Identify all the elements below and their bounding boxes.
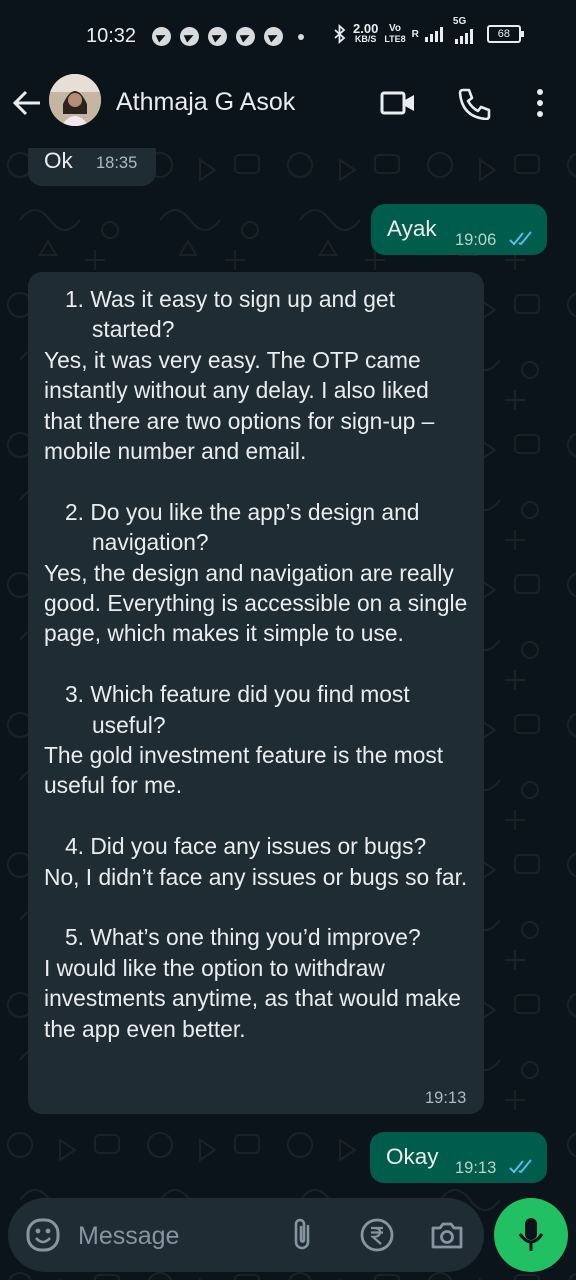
message-time: 19:06 — [455, 231, 497, 249]
volte-indicator: Vo LTE8 — [384, 23, 406, 45]
message-bubble-outgoing[interactable]: Ayak 19:06 — [371, 204, 547, 255]
message-time: 19:13 — [455, 1159, 497, 1177]
message-time: 18:35 — [96, 154, 138, 172]
telegram-notification-icon — [152, 27, 171, 46]
telegram-notification-icon — [236, 27, 255, 46]
chat-messages[interactable]: Ok 18:35 Ayak 19:06 1. Was it easy to si… — [0, 148, 576, 1200]
emoji-icon[interactable] — [24, 1216, 62, 1254]
message-text: Okay — [386, 1144, 439, 1169]
answer-text: I would like the option to withdraw inve… — [44, 954, 461, 1042]
telegram-notification-icon — [180, 27, 199, 46]
read-receipt-icon — [509, 1159, 532, 1174]
message-time: 19:13 — [425, 1089, 467, 1107]
video-call-icon[interactable] — [380, 86, 416, 120]
telegram-notification-icon — [264, 27, 283, 46]
status-time: 10:32 — [86, 25, 137, 47]
signal-bars-5g-icon — [454, 28, 473, 44]
message-composer — [8, 1198, 484, 1272]
answer-text: No, I didn’t face any issues or bugs so … — [44, 863, 468, 890]
avatar-photo — [49, 74, 101, 126]
more-options-icon[interactable] — [522, 86, 558, 120]
message-bubble-outgoing[interactable]: Okay 19:13 — [370, 1132, 547, 1183]
voice-message-button[interactable] — [494, 1198, 568, 1272]
mic-icon — [518, 1218, 544, 1251]
answer-text: Yes, the design and navigation are reall… — [44, 559, 468, 647]
message-input[interactable] — [76, 1216, 270, 1256]
bluetooth-icon — [334, 24, 346, 44]
answer-text: The gold investment feature is the most … — [44, 742, 444, 799]
chat-header: Athmaja G Asok — [0, 72, 576, 148]
telegram-notification-icon — [208, 27, 227, 46]
question-text: 4. Did you face any issues or bugs? — [65, 833, 427, 860]
volte-bottom-label: LTE8 — [384, 34, 406, 44]
signal-bars-icon — [424, 26, 443, 42]
contact-avatar[interactable] — [49, 74, 101, 126]
back-arrow-icon[interactable] — [10, 86, 44, 120]
volte-top-label: Vo — [388, 23, 401, 34]
more-notifications-dot-icon — [298, 33, 304, 40]
message-bubble-incoming[interactable]: Ok 18:35 — [28, 148, 156, 186]
network-speed-unit: KB/S — [354, 34, 377, 44]
question-text: 2. Do you like the app’s design and navi… — [65, 498, 420, 556]
voice-call-icon[interactable] — [456, 86, 492, 120]
status-bar: 10:32 2.00 KB/S Vo LTE8 R 5G 68 — [0, 0, 576, 72]
rupee-payment-icon[interactable] — [358, 1216, 396, 1254]
notification-icons — [152, 27, 304, 46]
message-text: Ok — [44, 148, 73, 173]
answer-text: Yes, it was very easy. The OTP came inst… — [44, 346, 435, 465]
message-text: Ayak — [387, 216, 437, 241]
question-text: 5. What’s one thing you’d improve? — [65, 924, 421, 951]
message-bubble-incoming-long[interactable]: 1. Was it easy to sign up and get starte… — [28, 272, 484, 1114]
network-type-label: 5G — [452, 15, 467, 27]
system-indicators: 2.00 KB/S Vo LTE8 R 5G 68 — [333, 16, 524, 45]
question-text: 1. Was it easy to sign up and get starte… — [65, 286, 395, 343]
contact-name[interactable]: Athmaja G Asok — [116, 88, 295, 117]
read-receipt-icon — [509, 231, 532, 246]
network-speed: 2.00 KB/S — [353, 21, 379, 44]
network-5g-indicator: 5G — [453, 16, 473, 44]
message-qa-list: 1. Was it easy to sign up and get starte… — [44, 284, 468, 1044]
roaming-indicator: R — [411, 28, 419, 40]
question-text: 3. Which feature did you find most usefu… — [65, 681, 410, 738]
network-speed-value: 2.00 — [353, 21, 379, 36]
battery-icon: 68 — [486, 25, 524, 43]
camera-icon[interactable] — [428, 1216, 466, 1254]
attach-icon[interactable] — [284, 1216, 322, 1254]
